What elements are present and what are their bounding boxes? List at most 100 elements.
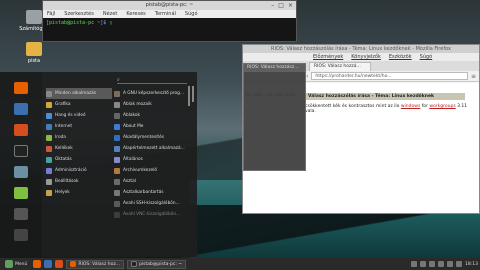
back-icon[interactable]: ‹ [306, 73, 308, 80]
category-item[interactable]: Adminisztráció [46, 165, 112, 176]
firefox-icon[interactable] [14, 82, 28, 94]
text-editor-icon[interactable] [14, 187, 28, 199]
program-item[interactable]: Asztalkarbantartás [114, 187, 188, 198]
category-label: Kellékek [55, 146, 73, 151]
terminal-menubar: Fájl Szerkesztés Nézet Keresés Terminál … [43, 10, 296, 18]
cursor: ▯ [109, 20, 113, 26]
gimp-icon [114, 90, 120, 97]
forum-link-workgroups[interactable]: workgroups [429, 104, 455, 109]
category-label: Adminisztráció [55, 168, 87, 173]
desktop-icon [114, 178, 120, 185]
archive-manager-icon [114, 167, 120, 174]
battery-icon[interactable] [438, 261, 445, 267]
logout-icon[interactable] [14, 229, 28, 241]
taskbar-window-terminal[interactable]: pistab@pista-pc: ~ [127, 259, 187, 269]
menu-scrollbar[interactable] [188, 86, 190, 106]
category-item[interactable]: Hang és videó [46, 110, 112, 121]
program-list: A GNU képszerkesztő prog... Ablak mozaik… [114, 88, 188, 220]
keyboard-icon[interactable] [447, 261, 454, 267]
category-item[interactable]: Kellékek [46, 143, 112, 154]
category-item[interactable]: Minden alkalmazás [46, 88, 112, 99]
menu-search[interactable]: Keresés [126, 10, 145, 18]
volume-icon[interactable] [420, 261, 427, 267]
application-menu: ⌕ Minden alkalmazás Grafika Hang és vide… [42, 72, 197, 257]
category-label: Grafika [55, 102, 71, 107]
program-item[interactable]: Általános [114, 154, 188, 165]
ff-menu-history[interactable]: Előzmények [313, 53, 343, 61]
category-item[interactable]: Helyek [46, 187, 112, 198]
program-item[interactable]: Avahi SSH-kiszolgálóbön... [114, 198, 188, 209]
files-icon[interactable] [14, 166, 28, 178]
program-scrollbar[interactable] [192, 86, 194, 102]
program-item[interactable]: Ablakok [114, 110, 188, 121]
firefox-launcher-icon[interactable] [33, 260, 42, 268]
menu-edit[interactable]: Szerkesztés [64, 10, 94, 18]
category-item[interactable]: Beállítások [46, 176, 112, 187]
ff-menu-bookmarks[interactable]: Könyvjelzők [351, 53, 381, 61]
url-bar[interactable]: https://proharder.hu/newtekt/ho... [311, 72, 468, 80]
thunderbird-launcher-icon[interactable] [44, 260, 53, 268]
terminal-prompt[interactable]: [pistab@pista-pc ~]$ ▯ [43, 18, 296, 28]
network-icon[interactable] [411, 261, 418, 267]
terminal-icon[interactable] [14, 145, 28, 157]
category-label: Hang és videó [55, 113, 86, 118]
terminal-window[interactable]: pistab@pista-pc: ~ – □ × Fájl Szerkeszté… [42, 0, 297, 42]
disk-icon[interactable] [14, 208, 28, 220]
menu-terminal[interactable]: Terminál [155, 10, 176, 18]
menu-help[interactable]: Súgó [185, 10, 198, 18]
program-item[interactable]: A GNU képszerkesztő prog... [114, 88, 188, 99]
forum-link-windows[interactable]: windows [401, 104, 420, 109]
program-item[interactable]: Asztal [114, 176, 188, 187]
firefox-icon [70, 261, 77, 267]
settings-launcher-icon[interactable] [55, 260, 64, 268]
administration-icon [46, 167, 52, 174]
program-item[interactable]: About Me [114, 121, 188, 132]
thunderbird-icon[interactable] [14, 103, 28, 115]
menu-button[interactable]: Menü [2, 260, 30, 269]
minimize-icon[interactable]: – [271, 1, 274, 10]
internet-icon [46, 123, 52, 130]
program-item[interactable]: Ablak mozaik [114, 99, 188, 110]
category-item[interactable]: Iroda [46, 132, 112, 143]
general-icon [114, 156, 120, 163]
notifications-icon[interactable] [456, 261, 463, 267]
ff-menu-tools[interactable]: Eszközök [389, 53, 412, 61]
update-icon[interactable] [429, 261, 436, 267]
prompt-path: ~]$ [97, 20, 107, 26]
rios-dialog[interactable]: RIOS: Válasz hozzász... [243, 63, 306, 171]
menu-view[interactable]: Nézet [103, 10, 117, 18]
menu-file[interactable]: Fájl [47, 10, 55, 18]
firefox-titlebar[interactable]: RIOS: Válasz hozzászólás írása - Téma: L… [243, 45, 479, 53]
category-item[interactable]: Grafika [46, 99, 112, 110]
close-icon[interactable]: × [288, 1, 293, 10]
maximize-icon[interactable]: □ [278, 1, 284, 10]
program-item[interactable]: Alapértelmezett alkalmazá... [114, 143, 188, 154]
clock[interactable]: 18:13 [465, 262, 478, 267]
taskbar-window-firefox[interactable]: RIOS: Válasz hoz... [66, 259, 125, 269]
menu-search-field[interactable]: ⌕ [117, 77, 187, 84]
terminal-titlebar[interactable]: pistab@pista-pc: ~ – □ × [43, 1, 296, 10]
program-item[interactable]: Avahi VNC-kiszolgálóbön... [114, 209, 188, 220]
firefox-tab[interactable]: RIOS: Válasz hozzá... [309, 62, 371, 71]
program-item[interactable]: Akadálymentesítés [114, 132, 188, 143]
search-icon: ⌕ [117, 77, 120, 83]
prompt-user: [pistab@pista-pc [46, 20, 95, 26]
firefox-title: RIOS: Válasz hozzászólás írása - Téma: L… [271, 46, 451, 52]
category-item[interactable]: Internet [46, 121, 112, 132]
program-label: About Me [123, 124, 144, 129]
desktop-icon-home[interactable]: pista [14, 42, 54, 64]
desktop-maintenance-icon [114, 189, 120, 196]
ff-menu-help[interactable]: Súgó [420, 53, 433, 61]
menu-icon[interactable]: ≡ [471, 73, 476, 80]
program-label: Általános [123, 157, 143, 162]
program-label: Archívumkezelő [123, 168, 158, 173]
program-label: Ablak mozaik [123, 102, 152, 107]
settings-icon[interactable] [14, 124, 28, 136]
category-item[interactable]: Oktatás [46, 154, 112, 165]
program-item[interactable]: Archívumkezelő [114, 165, 188, 176]
graphics-icon [46, 101, 52, 108]
accessibility-icon [114, 134, 120, 141]
preferences-icon [46, 178, 52, 185]
terminal-icon [131, 261, 138, 267]
forum-heading: Válasz hozzászólás írása - Téma: Linux k… [305, 93, 465, 100]
